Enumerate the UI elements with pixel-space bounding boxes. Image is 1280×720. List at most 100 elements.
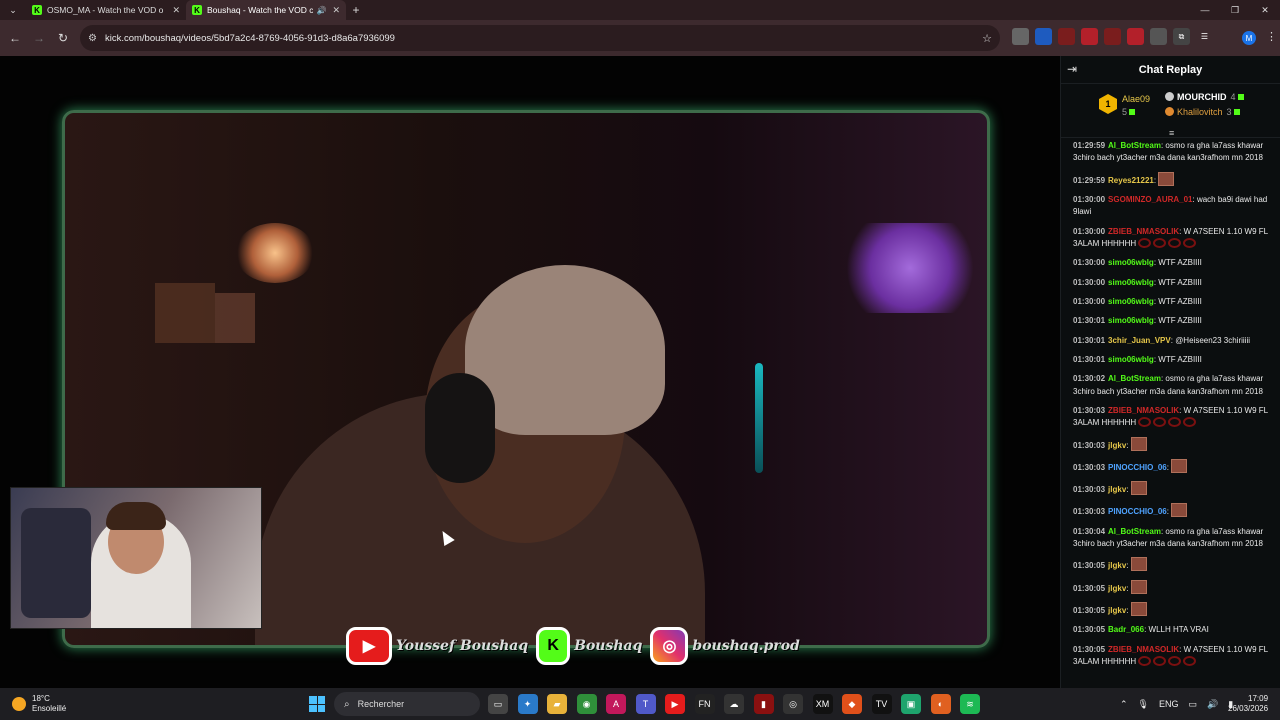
tab-osmo[interactable]: K OSMO_MA - Watch the VOD o ✕	[26, 0, 186, 20]
tab-title: OSMO_MA - Watch the VOD o	[47, 5, 164, 15]
tab-close-icon[interactable]: ✕	[172, 5, 180, 16]
task-view-icon[interactable]: ▭	[488, 694, 508, 714]
brave-icon[interactable]: ◆	[842, 694, 862, 714]
message-username[interactable]: ZBIEB_NMASOLIK	[1108, 406, 1179, 415]
app-icon[interactable]: ▮	[753, 694, 774, 714]
xm-icon[interactable]: XM	[812, 694, 833, 714]
app-icon[interactable]: FN	[694, 694, 715, 714]
message-username[interactable]: PINOCCHIO_06	[1108, 463, 1167, 472]
message-username[interactable]: Al_BotStream	[1108, 527, 1161, 536]
extension-icon[interactable]	[1104, 28, 1121, 45]
clock-date: 26/03/2026	[1228, 704, 1269, 713]
tab-boushaq[interactable]: K Boushaq - Watch the VOD c 🔊 ✕	[186, 0, 346, 20]
extension-icon[interactable]	[1150, 28, 1167, 45]
message-username[interactable]: 3chir_Juan_VPV	[1108, 336, 1171, 345]
video-player[interactable]: ▶ Youssef Boushaq K Boushaq ◎ boushaq.pr…	[0, 56, 1060, 688]
taskbar-search[interactable]: ⌕ Rechercher	[334, 692, 480, 716]
browser-menu-icon[interactable]: ⋮	[1266, 30, 1277, 43]
app-icon[interactable]: ◐	[930, 694, 951, 714]
chat-message: 01:30:03 jlgkv:	[1073, 436, 1272, 452]
language-indicator[interactable]: ENG	[1159, 699, 1179, 709]
obs-icon[interactable]: ◎	[783, 694, 803, 714]
chat-message: 01:30:01 3chir_Juan_VPV: @Heiseen23 3chir…	[1073, 335, 1272, 347]
chrome-icon[interactable]: ◉	[576, 694, 597, 714]
leader-2[interactable]: MOURCHID 4	[1165, 92, 1244, 102]
leader-1-name[interactable]: Alae09	[1122, 94, 1150, 104]
chat-message: 01:30:03 jlgkv:	[1073, 481, 1272, 496]
message-username[interactable]: ZBIEB_NMASOLIK	[1108, 645, 1179, 654]
collapse-chat-icon[interactable]: ⇥	[1067, 62, 1077, 76]
reading-list-icon[interactable]: ☰	[1196, 28, 1213, 45]
message-username[interactable]: PINOCCHIO_06	[1108, 507, 1167, 516]
message-username[interactable]: jlgkv	[1108, 584, 1126, 593]
message-username[interactable]: jlgkv	[1108, 606, 1126, 615]
chat-message: 01:30:01 simo06wblg: WTF AZBIIII	[1073, 354, 1272, 366]
led-light	[755, 363, 763, 473]
message-username[interactable]: Al_BotStream	[1108, 141, 1161, 150]
teams-icon[interactable]: T	[635, 694, 656, 714]
network-icon[interactable]: ▭	[1189, 699, 1198, 710]
chat-message: 01:30:00 simo06wblg: WTF AZBIIII	[1073, 277, 1272, 289]
message-username[interactable]: jlgkv	[1108, 561, 1126, 570]
spotify-icon[interactable]: ≋	[960, 694, 980, 714]
message-username[interactable]: SGOMINZO_AURA_01	[1108, 195, 1192, 204]
maximize-icon[interactable]: ❐	[1220, 0, 1250, 20]
expand-leaderboard-icon[interactable]: ≡	[1169, 128, 1174, 138]
message-username[interactable]: jlgkv	[1108, 441, 1126, 450]
app-icon[interactable]: ☁	[724, 694, 744, 714]
message-username[interactable]: Badr_066	[1108, 625, 1144, 634]
message-username[interactable]: simo06wblg	[1108, 258, 1154, 267]
app-icon[interactable]: A	[606, 694, 626, 714]
copilot-icon[interactable]: ✦	[517, 694, 538, 714]
speaker-icon[interactable]: 🔊	[316, 6, 326, 15]
address-bar[interactable]: ⚙ kick.com/boushaq/videos/5bd7a2c4-8769-…	[80, 25, 1000, 51]
rank-3-icon	[1165, 107, 1174, 116]
extension-icon[interactable]	[1127, 28, 1144, 45]
kick-favicon-icon: K	[192, 5, 202, 15]
puzzle-extensions-icon[interactable]: ⧉	[1173, 28, 1190, 45]
message-text: WTF AZBIIII	[1158, 297, 1202, 306]
url-text[interactable]: kick.com/boushaq/videos/5bd7a2c4-8769-40…	[105, 33, 982, 44]
message-username[interactable]: Reyes21221	[1108, 176, 1154, 185]
minimize-icon[interactable]: —	[1190, 0, 1220, 20]
profile-avatar[interactable]: M	[1242, 31, 1256, 45]
chat-panel: ⇥ Chat Replay 1 Alae09 5 MOURCHID 4 Khali…	[1060, 56, 1280, 688]
tab-close-icon[interactable]: ✕	[332, 5, 340, 16]
extension-icon[interactable]	[1081, 28, 1098, 45]
clock[interactable]: 17:09 26/03/2026	[1228, 694, 1268, 714]
file-explorer-icon[interactable]: ▰	[547, 694, 567, 714]
chevron-up-icon[interactable]: ⌃	[1120, 699, 1128, 710]
streamer-beanie	[465, 265, 665, 435]
site-info-icon[interactable]: ⚙	[88, 33, 97, 44]
reload-icon[interactable]: ↻	[51, 31, 75, 45]
message-username[interactable]: simo06wblg	[1108, 297, 1154, 306]
message-username[interactable]: ZBIEB_NMASOLIK	[1108, 227, 1179, 236]
leader-3[interactable]: Khalilovitch 3	[1165, 107, 1240, 117]
message-timestamp: 01:29:59	[1073, 175, 1106, 185]
message-username[interactable]: simo06wblg	[1108, 278, 1154, 287]
bookmark-star-icon[interactable]: ☆	[982, 32, 992, 45]
message-username[interactable]: jlgkv	[1108, 485, 1126, 494]
rank-1-badge-icon: 1	[1099, 94, 1117, 114]
new-tab-button[interactable]: +	[346, 3, 366, 17]
extension-icon[interactable]	[1035, 28, 1052, 45]
forward-icon[interactable]: →	[27, 31, 51, 45]
message-timestamp: 01:30:03	[1073, 507, 1106, 517]
extension-icon[interactable]	[1058, 28, 1075, 45]
message-username[interactable]: simo06wblg	[1108, 316, 1154, 325]
message-username[interactable]: Al_BotStream	[1108, 374, 1161, 383]
extension-icon[interactable]	[1012, 28, 1029, 45]
app-icon[interactable]: ▣	[901, 694, 921, 714]
message-username[interactable]: simo06wblg	[1108, 355, 1154, 364]
volume-icon[interactable]: 🔊	[1207, 699, 1218, 710]
back-icon[interactable]: ←	[3, 31, 27, 45]
kick-favicon-icon: K	[32, 5, 42, 15]
microphone-icon[interactable]: 🎙	[1138, 699, 1149, 710]
tradingview-icon[interactable]: TV	[871, 694, 892, 714]
windows-start-icon[interactable]	[309, 696, 325, 712]
close-window-icon[interactable]: ✕	[1250, 0, 1280, 20]
youtube-app-icon[interactable]: ▶	[665, 694, 685, 714]
weather-widget[interactable]: 18°C Ensoleillé	[12, 694, 66, 714]
tab-strip: ⌄ K OSMO_MA - Watch the VOD o ✕ K Bousha…	[0, 0, 1280, 20]
tab-search-icon[interactable]: ⌄	[0, 0, 26, 20]
